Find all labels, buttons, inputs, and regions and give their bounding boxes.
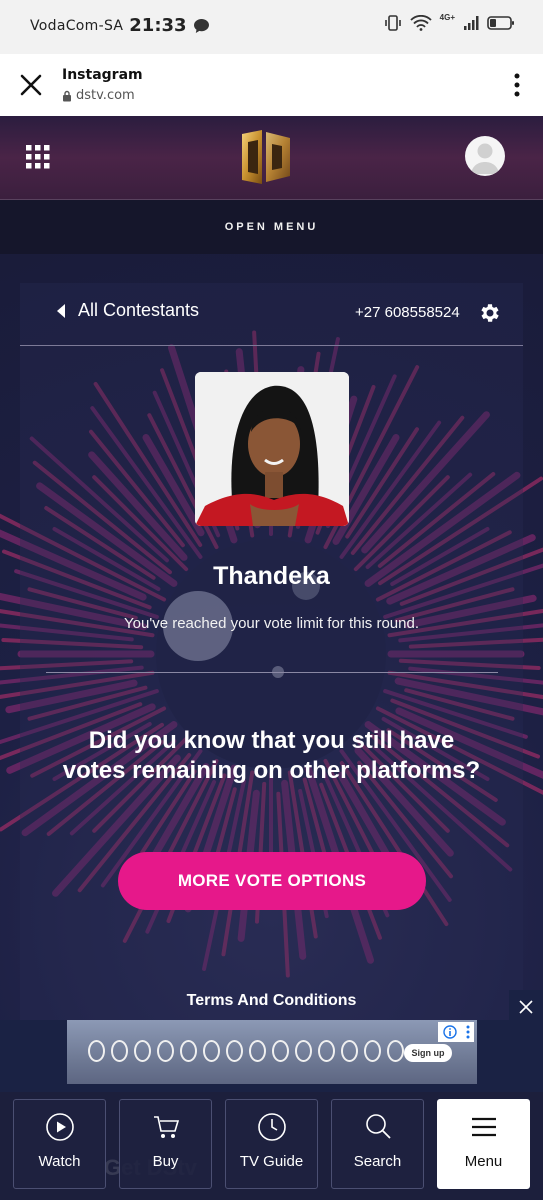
show-logo[interactable] — [238, 126, 294, 188]
sponsor-logo — [272, 1040, 289, 1062]
vote-limit-message: You've reached your vote limit for this … — [124, 615, 419, 632]
other-platforms-question: Did you know that you still have votes r… — [62, 727, 481, 784]
search-icon — [365, 1114, 391, 1139]
site-header — [0, 116, 543, 200]
profile-avatar[interactable] — [465, 136, 505, 176]
info-icon — [442, 1025, 457, 1039]
terms-link[interactable]: Terms And Conditions — [0, 992, 543, 1010]
battery-icon — [487, 16, 514, 30]
contestant-name: Thandeka — [213, 562, 330, 590]
close-icon[interactable] — [18, 72, 44, 98]
sponsor-logo — [180, 1040, 197, 1062]
divider — [20, 345, 523, 346]
all-contestants-link[interactable]: All Contestants — [56, 300, 199, 321]
sponsor-logo — [157, 1040, 174, 1062]
sponsor-logo — [341, 1040, 358, 1062]
network-type: 4G+ — [439, 12, 455, 22]
divider — [46, 672, 498, 673]
signal-icon — [464, 16, 479, 30]
status-left: VodaCom-SA 21:33 — [30, 15, 210, 36]
carrier-name: VodaCom-SA — [30, 17, 124, 34]
close-icon — [519, 1000, 533, 1014]
sponsor-logo — [226, 1040, 243, 1062]
sponsor-logo — [134, 1040, 151, 1062]
ad-signup-button[interactable]: Sign up — [404, 1044, 452, 1062]
nav-label: Menu — [464, 1153, 503, 1170]
browser-url: dstv.com — [62, 88, 135, 103]
cart-icon — [153, 1116, 179, 1138]
sponsor-logos — [88, 1040, 404, 1062]
vibrate-icon — [384, 15, 401, 31]
nav-buy[interactable]: Buy — [119, 1099, 212, 1189]
nav-tv-guide[interactable]: TV Guide — [225, 1099, 318, 1189]
browser-title: Instagram — [62, 67, 143, 83]
sponsor-logo — [249, 1040, 266, 1062]
ad-options-icon — [466, 1025, 469, 1039]
nav-search[interactable]: Search — [331, 1099, 424, 1189]
sponsor-logo — [318, 1040, 335, 1062]
nav-watch[interactable]: Watch — [13, 1099, 106, 1189]
ad-choices[interactable] — [438, 1022, 474, 1042]
message-bubble-icon — [193, 18, 209, 33]
lock-icon — [63, 90, 71, 101]
browser-bar: Instagram dstv.com — [0, 54, 543, 116]
nav-label: Search — [353, 1153, 402, 1170]
url-text: dstv.com — [76, 88, 135, 103]
contestant-portrait — [195, 372, 349, 526]
contestant-photo — [195, 372, 349, 526]
wifi-icon — [410, 15, 432, 31]
phone-number: +27 608558524 — [355, 304, 460, 321]
clock-icon — [257, 1113, 286, 1141]
gear-icon[interactable] — [477, 301, 501, 325]
nav-label: Buy — [152, 1153, 179, 1170]
nav-label: Watch — [38, 1153, 81, 1170]
nav-label: TV Guide — [239, 1153, 304, 1170]
sponsor-logo — [295, 1040, 312, 1062]
sponsor-logo — [364, 1040, 381, 1062]
user-icon — [471, 143, 499, 174]
more-vote-options-button[interactable]: MORE VOTE OPTIONS — [118, 852, 426, 910]
more-options-icon[interactable] — [513, 72, 521, 98]
ad-close-button[interactable] — [509, 990, 543, 1024]
nav-menu[interactable]: Menu — [437, 1099, 530, 1189]
open-menu-button[interactable]: OPEN MENU — [0, 200, 543, 254]
sponsor-logo — [88, 1040, 105, 1062]
sponsor-logo — [387, 1040, 404, 1062]
back-arrow-icon — [57, 303, 65, 318]
sponsor-logo — [203, 1040, 220, 1062]
sponsor-logo — [111, 1040, 128, 1062]
hamburger-icon — [471, 1117, 496, 1137]
status-right: 4G+ — [384, 12, 515, 32]
status-bar: VodaCom-SA 21:33 4G+ — [0, 0, 543, 54]
play-circle-icon — [45, 1113, 74, 1141]
status-time: 21:33 — [129, 15, 187, 36]
back-label: All Contestants — [78, 300, 200, 320]
app-grid-icon[interactable] — [26, 145, 50, 169]
